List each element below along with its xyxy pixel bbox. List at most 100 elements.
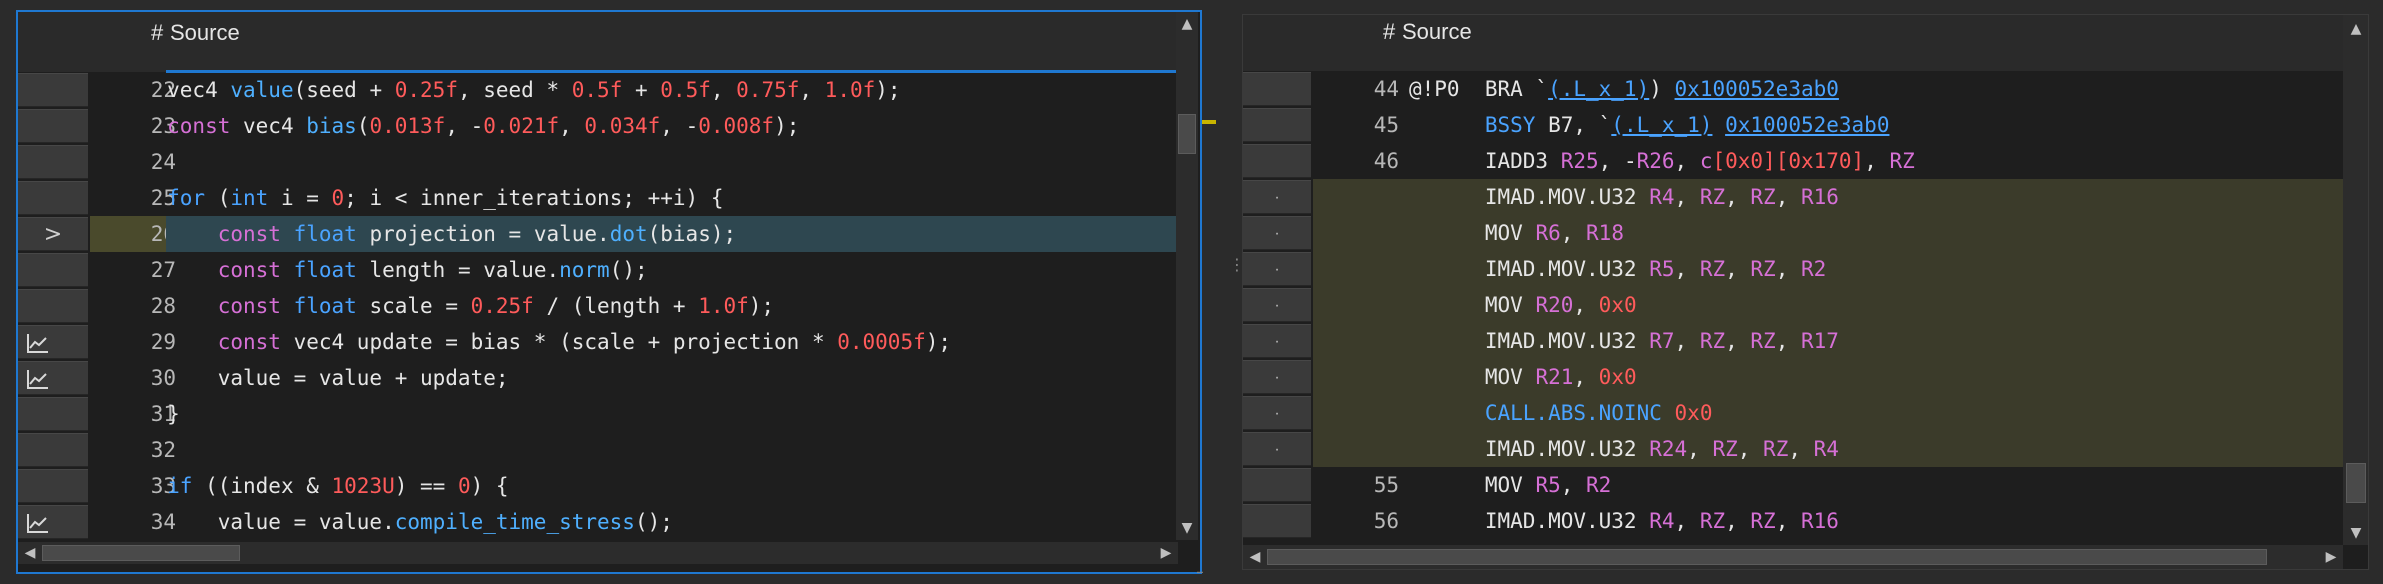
related-line-dot-icon: ·: [1274, 297, 1280, 314]
code-line[interactable]: >26 const float projection = value.dot(b…: [18, 216, 1178, 252]
code-line[interactable]: ·53 CALL.ABS.NOINC 0x0: [1243, 395, 2343, 431]
gutter-cell[interactable]: [18, 145, 88, 179]
code-line[interactable]: 45 BSSY B7, `(.L_x_1) 0x100052e3ab0: [1243, 107, 2343, 143]
code-text[interactable]: }: [66, 396, 180, 432]
code-token: ,: [1725, 509, 1751, 533]
gutter-cell[interactable]: ·: [1243, 288, 1311, 322]
horizontal-scroll-thumb[interactable]: [1267, 549, 2267, 565]
code-text[interactable]: value = value + update;: [66, 360, 509, 396]
code-line[interactable]: 28 const float scale = 0.25f / (length +…: [18, 288, 1178, 324]
code-line[interactable]: 55 MOV R5, R2: [1243, 467, 2343, 503]
code-token: 0: [331, 186, 345, 210]
code-text[interactable]: MOV R20, 0x0: [1409, 287, 1637, 323]
vertical-scrollbar[interactable]: ▲ ▼: [1176, 12, 1198, 540]
scroll-left-arrow-icon[interactable]: ◀: [20, 543, 40, 563]
gutter-cell[interactable]: ·: [1243, 396, 1311, 430]
code-line[interactable]: 34 value = value.compile_time_stress();: [18, 504, 1178, 540]
code-text[interactable]: const vec4 bias(0.013f, -0.021f, 0.034f,…: [66, 108, 799, 144]
line-chart-icon[interactable]: [26, 332, 50, 354]
gutter-cell[interactable]: ·: [1243, 252, 1311, 286]
code-line[interactable]: 56 IMAD.MOV.U32 R4, RZ, RZ, R16: [1243, 503, 2343, 539]
code-text[interactable]: const vec4 update = bias * (scale + proj…: [66, 324, 951, 360]
scroll-up-arrow-icon[interactable]: ▲: [1177, 14, 1197, 34]
address-link[interactable]: (.L_x_1): [1548, 77, 1649, 101]
code-line[interactable]: 23 const vec4 bias(0.013f, -0.021f, 0.03…: [18, 108, 1178, 144]
gutter-cell[interactable]: [18, 433, 88, 467]
code-line[interactable]: 44 @!P0 BRA `(.L_x_1)) 0x100052e3ab0: [1243, 71, 2343, 107]
code-line[interactable]: ·52 MOV R21, 0x0: [1243, 359, 2343, 395]
scroll-up-arrow-icon[interactable]: ▲: [2346, 19, 2366, 39]
gutter-cell[interactable]: ·: [1243, 432, 1311, 466]
code-text[interactable]: CALL.ABS.NOINC 0x0: [1409, 395, 1713, 431]
code-token: vec4: [230, 114, 307, 138]
code-text[interactable]: IMAD.MOV.U32 R24, RZ, RZ, R4: [1409, 431, 1839, 467]
code-line[interactable]: 24: [18, 144, 1178, 180]
vertical-scroll-thumb[interactable]: [1178, 114, 1196, 154]
address-link[interactable]: (.L_x_1): [1611, 113, 1712, 137]
code-text[interactable]: vec4 value(seed + 0.25f, seed * 0.5f + 0…: [66, 72, 900, 108]
code-text[interactable]: const float scale = 0.25f / (length + 1.…: [66, 288, 774, 324]
code-line[interactable]: 31 }: [18, 396, 1178, 432]
gutter-cell[interactable]: [1243, 144, 1311, 178]
code-text[interactable]: IMAD.MOV.U32 R4, RZ, RZ, R16: [1409, 179, 1839, 215]
horizontal-scroll-thumb[interactable]: [42, 545, 240, 561]
gutter-cell[interactable]: ·: [1243, 216, 1311, 250]
code-text[interactable]: BSSY B7, `(.L_x_1) 0x100052e3ab0: [1409, 107, 1890, 143]
gutter-cell[interactable]: [1243, 468, 1311, 502]
code-text[interactable]: MOV R6, R18: [1409, 215, 1624, 251]
gutter-cell[interactable]: [1243, 72, 1311, 106]
scroll-right-arrow-icon[interactable]: ▶: [2321, 547, 2341, 567]
code-text[interactable]: @!P0 BRA `(.L_x_1)) 0x100052e3ab0: [1409, 71, 1839, 107]
gutter-cell[interactable]: ·: [1243, 180, 1311, 214]
code-text[interactable]: const float projection = value.dot(bias)…: [66, 216, 736, 252]
code-text[interactable]: value = value.compile_time_stress();: [66, 504, 673, 540]
code-line[interactable]: ·47 IMAD.MOV.U32 R4, RZ, RZ, R16: [1243, 179, 2343, 215]
code-text[interactable]: IMAD.MOV.U32 R5, RZ, RZ, R2: [1409, 251, 1826, 287]
scroll-down-arrow-icon[interactable]: ▼: [2346, 523, 2366, 543]
code-line[interactable]: ·48 MOV R6, R18: [1243, 215, 2343, 251]
column-title-source[interactable]: Source: [1402, 19, 1472, 45]
code-line[interactable]: 29 const vec4 update = bias * (scale + p…: [18, 324, 1178, 360]
code-line[interactable]: ·54 IMAD.MOV.U32 R24, RZ, RZ, R4: [1243, 431, 2343, 467]
scroll-right-arrow-icon[interactable]: ▶: [1156, 543, 1176, 563]
vertical-scrollbar[interactable]: ▲ ▼: [2343, 15, 2368, 545]
code-text[interactable]: const float length = value.norm();: [66, 252, 648, 288]
scroll-down-arrow-icon[interactable]: ▼: [1177, 518, 1197, 538]
code-line[interactable]: ·50 MOV R20, 0x0: [1243, 287, 2343, 323]
code-token: RZ: [1699, 509, 1726, 533]
code-line[interactable]: 33 if ((index & 1023U) == 0) {: [18, 468, 1178, 504]
gutter-cell[interactable]: ·: [1243, 324, 1311, 358]
code-text[interactable]: for (int i = 0; i < inner_iterations; ++…: [66, 180, 723, 216]
code-token: ();: [609, 258, 648, 282]
code-line[interactable]: 30 value = value + update;: [18, 360, 1178, 396]
address-link[interactable]: 0x100052e3ab0: [1675, 77, 1839, 101]
scroll-left-arrow-icon[interactable]: ◀: [1245, 547, 1265, 567]
code-line[interactable]: 27 const float length = value.norm();: [18, 252, 1178, 288]
gutter-cell[interactable]: [1243, 108, 1311, 142]
code-line[interactable]: 32: [18, 432, 1178, 468]
code-text[interactable]: IADD3 R25, -R26, c[0x0][0x170], RZ: [1409, 143, 1915, 179]
code-text[interactable]: IMAD.MOV.U32 R7, RZ, RZ, R17: [1409, 323, 1839, 359]
horizontal-scrollbar[interactable]: ◀ ▶: [18, 542, 1178, 564]
vertical-scroll-thumb[interactable]: [2346, 463, 2366, 503]
code-text[interactable]: MOV R5, R2: [1409, 467, 1611, 503]
code-text[interactable]: MOV R21, 0x0: [1409, 359, 1637, 395]
source-pane-right[interactable]: # Source 44 @!P0 BRA `(.L_x_1)) 0x100052e…: [1242, 14, 2369, 570]
source-pane-left[interactable]: # Source 22 vec4 value(seed + 0.25f, see…: [16, 10, 1202, 574]
gutter-cell[interactable]: [1243, 504, 1311, 538]
line-chart-icon[interactable]: [26, 368, 50, 390]
horizontal-scrollbar[interactable]: ◀ ▶: [1243, 545, 2343, 569]
code-line[interactable]: 25 for (int i = 0; i < inner_iterations;…: [18, 180, 1178, 216]
resize-grip-icon[interactable]: ·····: [1196, 568, 1204, 579]
gutter-cell[interactable]: ·: [1243, 360, 1311, 394]
address-link[interactable]: 0x100052e3ab0: [1725, 113, 1889, 137]
code-line[interactable]: 22 vec4 value(seed + 0.25f, seed * 0.5f …: [18, 72, 1178, 108]
code-text[interactable]: IMAD.MOV.U32 R4, RZ, RZ, R16: [1409, 503, 1839, 539]
code-line[interactable]: ·49 IMAD.MOV.U32 R5, RZ, RZ, R2: [1243, 251, 2343, 287]
code-line[interactable]: ·51 IMAD.MOV.U32 R7, RZ, RZ, R17: [1243, 323, 2343, 359]
line-chart-icon[interactable]: [26, 512, 50, 534]
code-line[interactable]: 46 IADD3 R25, -R26, c[0x0][0x170], RZ: [1243, 143, 2343, 179]
code-text[interactable]: if ((index & 1023U) == 0) {: [66, 468, 508, 504]
column-title-source[interactable]: Source: [170, 20, 240, 46]
